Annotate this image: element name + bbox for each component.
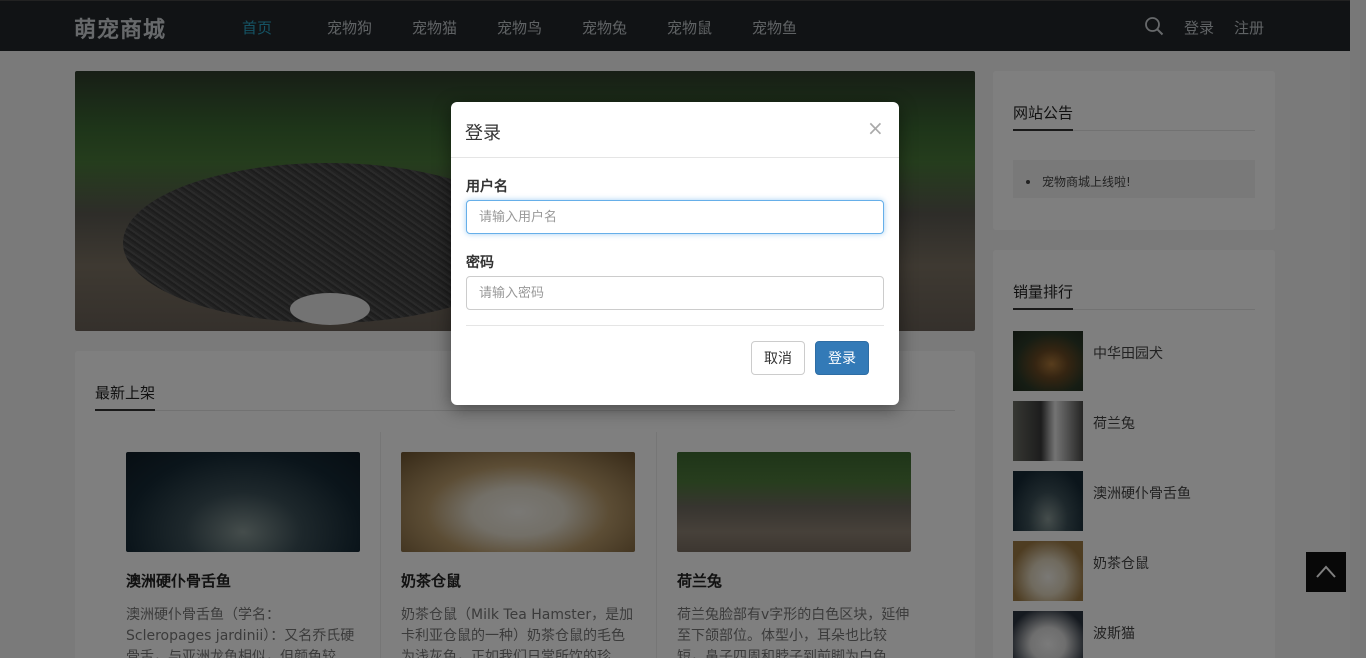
username-label: 用户名	[466, 179, 508, 195]
close-icon[interactable]: ×	[867, 116, 884, 140]
modal-title: 登录	[465, 123, 501, 144]
modal-header-divider	[451, 157, 899, 158]
login-submit-button[interactable]: 登录	[815, 341, 869, 375]
cancel-button[interactable]: 取消	[751, 341, 805, 375]
username-input[interactable]	[466, 200, 884, 234]
password-input[interactable]	[466, 276, 884, 310]
login-modal: 登录 × 用户名 密码 取消 登录	[451, 102, 899, 405]
modal-footer-divider	[466, 325, 884, 326]
password-label: 密码	[466, 255, 494, 271]
